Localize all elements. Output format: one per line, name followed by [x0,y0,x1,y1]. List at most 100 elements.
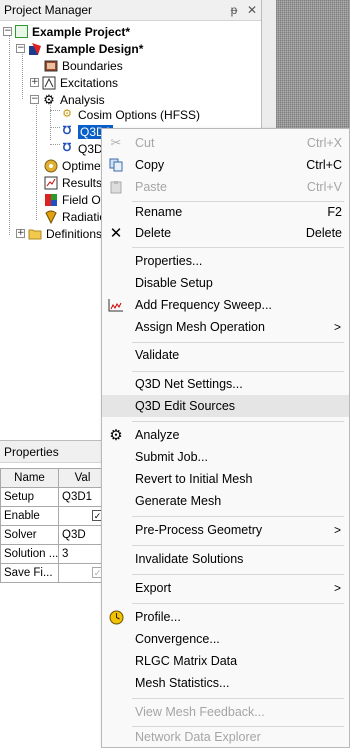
property-name: Setup [0,487,59,507]
tree-label-boundaries: Boundaries [62,58,123,73]
properties-title: Properties [0,441,105,463]
menu-separator [132,247,344,248]
menu-item-label: Q3D Edit Sources [135,399,236,413]
property-name: Solver [0,525,59,545]
menu-item-shortcut: Delete [305,226,342,240]
tree-label-results: Results [62,175,103,190]
menu-item-properties[interactable]: Properties... [102,250,349,272]
menu-item-copy[interactable]: Copy Ctrl+C [102,154,349,176]
menu-item-cut[interactable]: ✂ Cut Ctrl+X [102,132,349,154]
tree-node-results[interactable]: Results [44,174,102,191]
menu-separator [132,603,344,604]
expand-icon[interactable]: + [16,229,25,238]
property-row[interactable]: Solver Q3D [0,525,107,545]
tree-node-design[interactable]: − Example Design* [16,40,143,57]
project-manager-titlebar: Project Manager ᵽ ✕ [0,0,261,21]
properties-header-row: Name Val [0,468,107,488]
menu-item-label: Rename [135,205,183,219]
pin-icon[interactable]: ᵽ [225,3,243,17]
column-header-name[interactable]: Name [0,468,59,488]
property-row[interactable]: Solution ... 3 [0,544,107,564]
analyze-gear-icon: ⚙ [109,427,123,444]
menu-item-label: Pre-Process Geometry [135,523,263,537]
menu-item-delete[interactable]: ✕ Delete Delete [102,222,349,244]
column-header-value[interactable]: Val [58,468,107,488]
delete-x-icon: ✕ [109,225,123,242]
menu-item-label: View Mesh Feedback... [135,705,265,719]
menu-item-revert-mesh[interactable]: Revert to Initial Mesh [102,468,349,490]
menu-item-profile[interactable]: Profile... [102,606,349,628]
menu-item-label: Cut [135,136,155,150]
context-menu: ✂ Cut Ctrl+X Copy Ctrl+C Paste Ctrl+V Re… [101,128,350,748]
tree-node-radiation[interactable]: Radiatio [44,208,106,225]
menu-item-rlgc-matrix[interactable]: RLGC Matrix Data [102,650,349,672]
menu-item-label: Add Frequency Sweep... [135,298,272,312]
menu-separator [132,516,344,517]
q3d-setup-icon: ℧ [62,142,72,154]
menu-item-paste[interactable]: Paste Ctrl+V [102,176,349,198]
tree-node-cosim[interactable]: ⚙ Cosim Options (HFSS) [60,106,200,123]
menu-item-submit-job[interactable]: Submit Job... [102,446,349,468]
close-icon[interactable]: ✕ [243,3,261,17]
collapse-icon[interactable]: − [16,44,25,53]
property-value-checkbox[interactable]: ✓ [58,506,107,526]
menu-item-label: Properties... [135,254,203,268]
tree-label-field-overlays: Field Ov [62,192,107,207]
menu-item-assign-mesh-operation[interactable]: Assign Mesh Operation > [102,316,349,338]
menu-separator [132,698,344,699]
property-value[interactable]: 3 [58,544,107,564]
properties-panel: Properties Name Val Setup Q3D1 Enable ✓ … [0,440,107,748]
menu-separator [132,421,344,422]
project-manager-title: Project Manager [4,3,93,17]
menu-separator [132,371,344,372]
menu-item-export[interactable]: Export > [102,577,349,599]
tree-label-project: Example Project* [32,24,131,39]
menu-item-invalidate-solutions[interactable]: Invalidate Solutions [102,548,349,570]
menu-item-rename[interactable]: Rename F2 [102,201,349,223]
menu-item-disable-setup[interactable]: Disable Setup [102,272,349,294]
menu-item-view-mesh-feedback[interactable]: View Mesh Feedback... [102,701,349,723]
menu-item-preprocess-geometry[interactable]: Pre-Process Geometry > [102,519,349,541]
menu-item-analyze[interactable]: ⚙ Analyze [102,424,349,446]
tree-node-excitations[interactable]: + Excitations [30,74,118,91]
project-icon [15,25,28,38]
menu-item-label: Revert to Initial Mesh [135,472,253,486]
property-row[interactable]: Save Fi... ✓ [0,563,107,583]
radiation-icon [44,210,58,224]
menu-item-network-data-explorer[interactable]: Network Data Explorer [102,726,349,748]
menu-item-label: Copy [135,158,165,172]
property-value[interactable]: Q3D1 [58,487,107,507]
copy-icon [107,156,125,174]
property-name: Enable [0,506,59,526]
tree-node-optimetrics[interactable]: Optimet [44,157,104,174]
tree-connector [9,32,10,235]
property-name: Solution ... [0,544,59,564]
menu-item-validate[interactable]: Validate [102,344,349,366]
collapse-icon[interactable]: − [30,95,39,104]
tree-node-definitions[interactable]: + Definitions [16,225,102,242]
property-value-checkbox[interactable]: ✓ [58,563,107,583]
folder-icon [28,227,42,241]
menu-item-convergence[interactable]: Convergence... [102,628,349,650]
menu-item-net-settings[interactable]: Q3D Net Settings... [102,373,349,395]
menu-item-mesh-statistics[interactable]: Mesh Statistics... [102,672,349,694]
menu-item-label: Invalidate Solutions [135,552,244,566]
tree-node-project[interactable]: − Example Project* [3,23,130,40]
menu-item-add-frequency-sweep[interactable]: Add Frequency Sweep... [102,294,349,316]
menu-item-edit-sources[interactable]: Q3D Edit Sources [102,395,349,417]
expand-icon[interactable]: + [30,78,39,87]
tree-connector [50,127,60,128]
menu-item-label: Delete [135,226,172,240]
property-value[interactable]: Q3D [58,525,107,545]
menu-item-label: Q3D Net Settings... [135,377,243,391]
tree-node-boundaries[interactable]: Boundaries [44,57,123,74]
submenu-arrow-icon: > [333,523,341,537]
tree-node-field-overlays[interactable]: Field Ov [44,191,107,208]
menu-item-label: RLGC Matrix Data [135,654,238,668]
optimetrics-icon [44,159,58,173]
property-row[interactable]: Setup Q3D1 [0,487,107,507]
menu-item-generate-mesh[interactable]: Generate Mesh [102,490,349,512]
collapse-icon[interactable]: − [3,27,12,36]
tree-label-design: Example Design* [46,41,144,56]
property-row[interactable]: Enable ✓ [0,506,107,526]
